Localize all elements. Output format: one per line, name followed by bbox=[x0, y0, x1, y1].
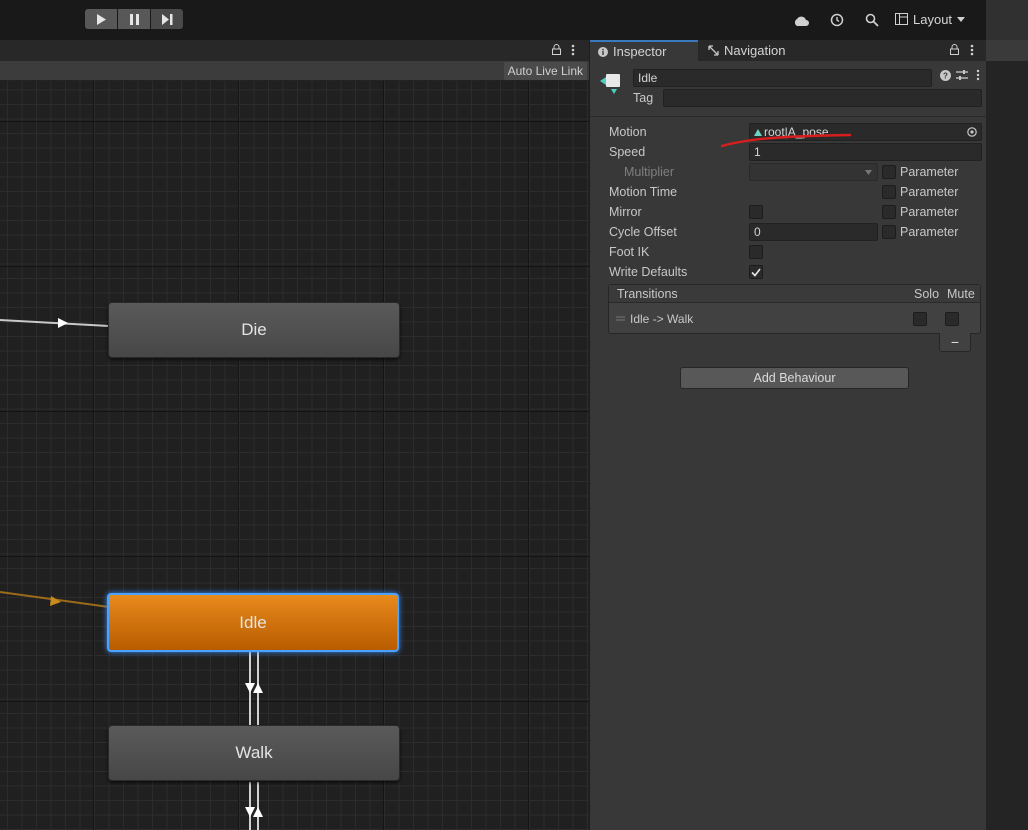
add-behaviour-button[interactable]: Add Behaviour bbox=[680, 367, 909, 389]
mirror-checkbox[interactable] bbox=[749, 205, 763, 219]
chevron-down-icon bbox=[865, 170, 872, 175]
transition-label: Idle -> Walk bbox=[630, 312, 694, 326]
header-divider bbox=[590, 116, 987, 117]
state-node-label: Walk bbox=[235, 743, 273, 762]
solo-checkbox[interactable] bbox=[913, 312, 927, 326]
chevron-down-icon bbox=[957, 16, 966, 22]
adjacent-tab[interactable] bbox=[986, 40, 1028, 61]
transitions-list: Transitions Solo Mute Idle -> Walk bbox=[608, 284, 981, 334]
state-icon bbox=[600, 74, 620, 94]
state-node-idle[interactable]: Idle bbox=[107, 593, 399, 652]
layout-dropdown[interactable]: Layout bbox=[895, 9, 977, 29]
multiplier-dropdown[interactable] bbox=[749, 163, 878, 181]
history-icon[interactable] bbox=[827, 10, 847, 30]
step-button[interactable] bbox=[151, 9, 183, 29]
parameter-label: Parameter bbox=[900, 165, 959, 179]
speed-label: Speed bbox=[609, 145, 646, 159]
drag-handle-icon[interactable] bbox=[616, 316, 625, 321]
arrowhead-up-2 bbox=[253, 807, 263, 817]
svg-text:?: ? bbox=[943, 72, 948, 81]
cycle-offset-parameter-checkbox[interactable] bbox=[882, 225, 896, 239]
foot-ik-checkbox[interactable] bbox=[749, 245, 763, 259]
tag-field[interactable] bbox=[663, 89, 982, 107]
parameter-label: Parameter bbox=[900, 185, 959, 199]
motion-time-label: Motion Time bbox=[609, 185, 678, 199]
arrowhead-up bbox=[253, 683, 263, 693]
inspector-window: Inspector Navigation Idle ? Tag Motion r… bbox=[589, 40, 987, 830]
tab-label: Navigation bbox=[724, 43, 786, 58]
remove-transition-button[interactable]: − bbox=[939, 333, 971, 352]
motion-time-parameter-checkbox[interactable] bbox=[882, 185, 896, 199]
parameter-label: Parameter bbox=[900, 225, 959, 239]
step-icon bbox=[161, 13, 172, 25]
pause-button[interactable] bbox=[118, 9, 150, 29]
cycle-offset-field[interactable]: 0 bbox=[749, 223, 878, 241]
transition-any-to-die bbox=[0, 319, 110, 327]
mirror-parameter-checkbox[interactable] bbox=[882, 205, 896, 219]
write-defaults-checkbox[interactable] bbox=[749, 265, 763, 279]
transitions-header: Transitions Solo Mute bbox=[609, 285, 980, 303]
layout-label: Layout bbox=[913, 11, 953, 27]
cloud-icon[interactable] bbox=[791, 10, 811, 30]
more-options-icon[interactable] bbox=[976, 69, 980, 81]
help-icon[interactable]: ? bbox=[940, 70, 951, 81]
state-name-field[interactable]: Idle bbox=[633, 69, 932, 87]
transition-arrows bbox=[0, 318, 263, 830]
transitions-title: Transitions bbox=[617, 287, 678, 301]
state-node-label: Idle bbox=[239, 612, 267, 632]
navigation-icon bbox=[708, 45, 719, 56]
info-icon bbox=[598, 46, 608, 57]
checkmark-icon bbox=[751, 268, 761, 277]
playback-controls bbox=[85, 9, 183, 29]
main-toolbar: Layout bbox=[0, 0, 986, 40]
multiplier-label: Multiplier bbox=[624, 165, 675, 179]
layout-icon bbox=[895, 13, 908, 25]
tag-label: Tag bbox=[633, 91, 654, 105]
state-node-die[interactable]: Die bbox=[108, 302, 400, 358]
solo-column-header: Solo bbox=[914, 287, 940, 301]
animator-window: Auto Live Link Die Idle Walk bbox=[0, 40, 589, 830]
motion-label: Motion bbox=[609, 125, 647, 139]
transition-row[interactable]: Idle -> Walk bbox=[609, 305, 980, 333]
write-defaults-label: Write Defaults bbox=[609, 265, 688, 279]
mirror-label: Mirror bbox=[609, 205, 642, 219]
play-icon bbox=[97, 13, 106, 25]
inspector-tabbar: Inspector Navigation bbox=[590, 40, 987, 61]
search-icon[interactable] bbox=[862, 10, 882, 30]
pause-icon bbox=[129, 13, 139, 25]
preset-icon[interactable] bbox=[956, 69, 968, 81]
state-node-walk[interactable]: Walk bbox=[108, 725, 400, 781]
cycle-offset-label: Cycle Offset bbox=[609, 225, 677, 239]
object-picker-icon[interactable] bbox=[967, 127, 977, 137]
adjacent-window-edge bbox=[986, 0, 1028, 830]
arrowhead-down bbox=[245, 683, 255, 693]
minus-icon: − bbox=[950, 334, 960, 350]
tab-navigation[interactable]: Navigation bbox=[700, 40, 800, 61]
arrowhead-die bbox=[58, 318, 68, 328]
state-node-label: Die bbox=[241, 320, 267, 339]
arrowhead-down-2 bbox=[245, 807, 255, 817]
tab-inspector[interactable]: Inspector bbox=[590, 40, 698, 61]
adjacent-toolbar bbox=[986, 0, 1028, 40]
lock-icon[interactable] bbox=[950, 44, 959, 55]
mute-checkbox[interactable] bbox=[945, 312, 959, 326]
parameter-label: Parameter bbox=[900, 205, 959, 219]
speed-field[interactable]: 1 bbox=[749, 143, 982, 161]
tab-label: Inspector bbox=[613, 44, 667, 59]
play-button[interactable] bbox=[85, 9, 117, 29]
mute-column-header: Mute bbox=[947, 287, 975, 301]
multiplier-parameter-checkbox[interactable] bbox=[882, 165, 896, 179]
foot-ik-label: Foot IK bbox=[609, 245, 650, 259]
more-options-icon[interactable] bbox=[970, 44, 974, 56]
